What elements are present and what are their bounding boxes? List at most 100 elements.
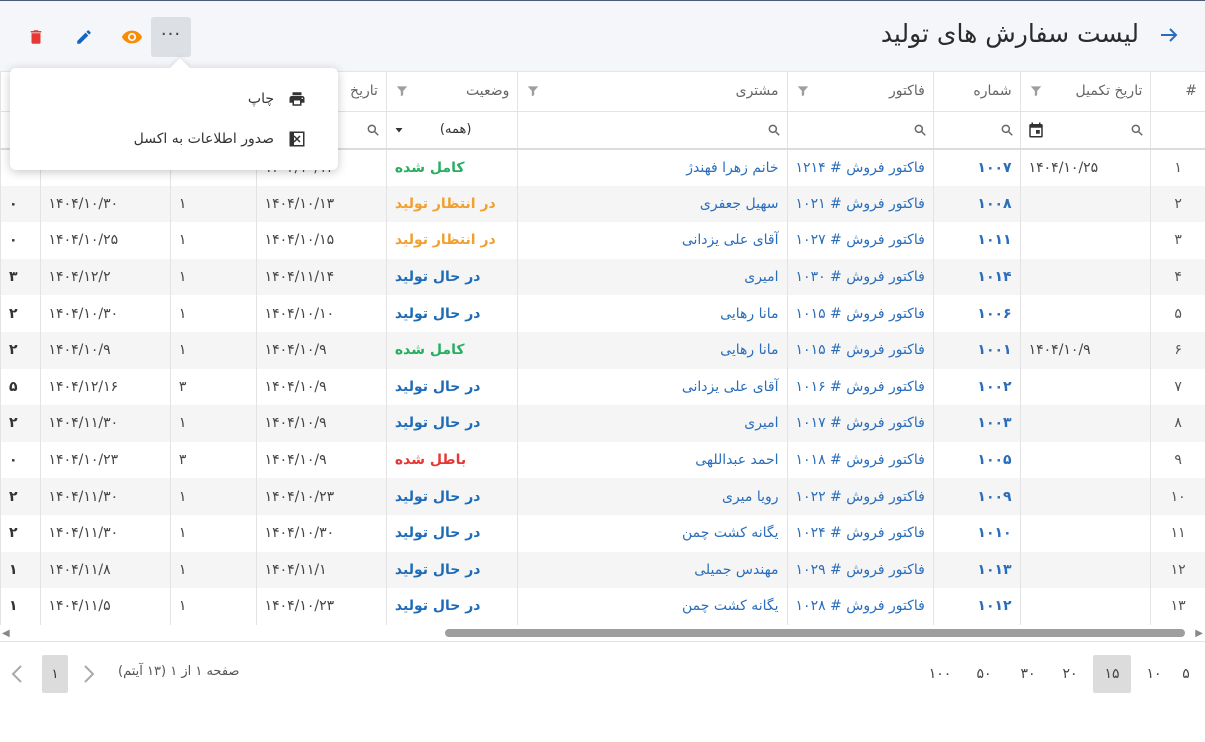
cell-number[interactable]: ۱۰۰۲: [932, 368, 1021, 406]
cell-invoice[interactable]: فاکتور فروش # ۱۰۱۷: [786, 405, 934, 442]
table-row[interactable]: ۸ ۱۰۰۳ فاکتور فروش # ۱۰۱۷ امیری در حال تولید…: [0, 405, 1205, 442]
table-row[interactable]: ۳ ۱۰۱۱ فاکتور فروش # ۱۰۲۷ آقای علی یزدانی در…: [0, 222, 1205, 259]
table-row[interactable]: ۷ ۱۰۰۲ فاکتور فروش # ۱۰۱۶ آقای علی یزدانی در…: [0, 368, 1205, 406]
cell-invoice[interactable]: فاکتور فروش # ۱۰۱۸: [786, 441, 934, 479]
cell-customer[interactable]: احمد عبداللهی: [517, 441, 788, 479]
cell-date: ۱۴۰۴/۱۰/۹: [255, 405, 387, 442]
cell-customer[interactable]: خانم زهرا فهندژ: [517, 149, 788, 186]
cell-date: ۱۴۰۴/۱۰/۲۳: [255, 588, 387, 625]
status-filter-select[interactable]: (همه): [440, 122, 511, 137]
col-header-complete-date[interactable]: تاریخ تکمیل: [1019, 72, 1151, 112]
cell-customer[interactable]: رویا میری: [517, 478, 788, 515]
cell-customer[interactable]: سهیل جعفری: [517, 185, 788, 223]
cell-invoice[interactable]: فاکتور فروش # ۱۰۲۱: [786, 185, 934, 223]
cell-number[interactable]: ۱۰۱۱: [932, 222, 1021, 259]
col-header-idx[interactable]: #: [1150, 72, 1205, 112]
filter-cell-number[interactable]: [932, 111, 1021, 150]
col-header-status[interactable]: وضعیت: [385, 72, 518, 112]
cell-customer[interactable]: یگانه کشت چمن: [517, 514, 788, 552]
scroll-right-icon[interactable]: ▶: [1195, 628, 1203, 639]
cell-qty: ۱: [169, 405, 257, 442]
cell-invoice[interactable]: فاکتور فروش # ۱۰۱۶: [786, 368, 934, 406]
cell-number[interactable]: ۱۰۰۸: [932, 185, 1021, 223]
page-size-option[interactable]: ۱۰: [1135, 655, 1173, 693]
cell-customer[interactable]: یگانه کشت چمن: [517, 588, 788, 625]
cell-invoice[interactable]: فاکتور فروش # ۱۰۲۲: [786, 478, 934, 515]
view-button[interactable]: [112, 17, 152, 57]
cell-status: در حال تولید: [385, 368, 518, 406]
filter-cell-customer[interactable]: [517, 111, 788, 150]
cell-number[interactable]: ۱۰۰۶: [932, 295, 1021, 332]
cell-customer[interactable]: امیری: [517, 405, 788, 442]
calendar-icon[interactable]: [1027, 121, 1045, 139]
cell-number[interactable]: ۱۰۱۲: [932, 588, 1021, 625]
cell-status: در حال تولید: [385, 514, 518, 552]
col-header-customer[interactable]: مشتری: [517, 72, 788, 112]
page-size-option[interactable]: ۱۵: [1093, 655, 1131, 693]
cell-customer[interactable]: مانا رهایی: [517, 295, 788, 332]
cell-number[interactable]: ۱۰۱۳: [932, 551, 1021, 589]
edit-button[interactable]: [64, 17, 104, 57]
page-number-button[interactable]: ۱: [42, 655, 68, 693]
filter-cell-complete-date[interactable]: [1019, 111, 1151, 150]
cell-complete-date: [1019, 185, 1151, 223]
scroll-thumb[interactable]: [445, 629, 1185, 637]
cell-customer[interactable]: آقای علی یزدانی: [517, 222, 788, 259]
more-button[interactable]: ···: [151, 17, 191, 57]
page-size-option[interactable]: ۳۰: [1009, 655, 1047, 693]
cell-number[interactable]: ۱۰۰۹: [932, 478, 1021, 515]
filter-icon[interactable]: [526, 84, 540, 98]
cell-number[interactable]: ۱۰۰۵: [932, 441, 1021, 479]
chevron-down-icon[interactable]: [393, 124, 405, 136]
cell-invoice[interactable]: فاکتور فروش # ۱۰۲۹: [786, 551, 934, 589]
cell-due: ۱۴۰۴/۱۰/۹: [39, 331, 171, 369]
cell-invoice[interactable]: فاکتور فروش # ۱۰۳۰: [786, 258, 934, 296]
page-size-option[interactable]: ۵۰: [965, 655, 1003, 693]
cell-customer[interactable]: مهندس جمیلی: [517, 551, 788, 589]
cell-invoice[interactable]: فاکتور فروش # ۱۰۲۴: [786, 514, 934, 552]
table-row[interactable]: ۱۱ ۱۰۱۰ فاکتور فروش # ۱۰۲۴ یگانه کشت چمن در …: [0, 514, 1205, 552]
table-row[interactable]: ۲ ۱۰۰۸ فاکتور فروش # ۱۰۲۱ سهیل جعفری در انتظ…: [0, 185, 1205, 223]
cell-customer[interactable]: مانا رهایی: [517, 331, 788, 369]
filter-icon[interactable]: [395, 84, 409, 98]
menu-item-print[interactable]: چاپ: [248, 85, 306, 113]
table-row[interactable]: ۶ ۱۴۰۴/۱۰/۹ ۱۰۰۱ فاکتور فروش # ۱۰۱۵ مانا رها…: [0, 331, 1205, 369]
cell-complete-date: [1019, 478, 1151, 515]
cell-number[interactable]: ۱۰۰۳: [932, 405, 1021, 442]
cell-invoice[interactable]: فاکتور فروش # ۱۰۱۵: [786, 331, 934, 369]
cell-customer[interactable]: آقای علی یزدانی: [517, 368, 788, 406]
table-row[interactable]: ۹ ۱۰۰۵ فاکتور فروش # ۱۰۱۸ احمد عبداللهی باطل…: [0, 441, 1205, 479]
table-row[interactable]: ۴ ۱۰۱۴ فاکتور فروش # ۱۰۳۰ امیری در حال تولید…: [0, 258, 1205, 296]
table-row[interactable]: ۱۲ ۱۰۱۳ فاکتور فروش # ۱۰۲۹ مهندس جمیلی در حا…: [0, 551, 1205, 589]
cell-extra: ۲: [0, 514, 41, 552]
filter-cell-invoice[interactable]: [786, 111, 934, 150]
cell-invoice[interactable]: فاکتور فروش # ۱۲۱۴: [786, 149, 934, 186]
cell-number[interactable]: ۱۰۱۰: [932, 514, 1021, 552]
filter-icon[interactable]: [1029, 84, 1043, 98]
cell-number[interactable]: ۱۰۰۱: [932, 331, 1021, 369]
cell-invoice[interactable]: فاکتور فروش # ۱۰۲۷: [786, 222, 934, 259]
table-row[interactable]: ۱۳ ۱۰۱۲ فاکتور فروش # ۱۰۲۸ یگانه کشت چمن در …: [0, 588, 1205, 625]
scroll-left-icon[interactable]: ◀: [2, 628, 10, 639]
page-size-option[interactable]: ۱۰۰: [921, 655, 959, 693]
cell-complete-date: [1019, 368, 1151, 406]
cell-customer[interactable]: امیری: [517, 258, 788, 296]
cell-invoice[interactable]: فاکتور فروش # ۱۰۱۵: [786, 295, 934, 332]
horizontal-scrollbar[interactable]: ◀ ▶: [0, 628, 1205, 640]
next-page-button[interactable]: [80, 662, 98, 686]
col-header-invoice[interactable]: فاکتور: [786, 72, 934, 112]
cell-number[interactable]: ۱۰۰۷: [932, 149, 1021, 186]
filter-icon[interactable]: [796, 84, 810, 98]
cell-number[interactable]: ۱۰۱۴: [932, 258, 1021, 296]
table-row[interactable]: ۵ ۱۰۰۶ فاکتور فروش # ۱۰۱۵ مانا رهایی در حال …: [0, 295, 1205, 332]
page-size-option[interactable]: ۲۰: [1051, 655, 1089, 693]
cell-invoice[interactable]: فاکتور فروش # ۱۰۲۸: [786, 588, 934, 625]
back-button[interactable]: [1157, 23, 1181, 47]
col-header-number[interactable]: شماره: [932, 72, 1021, 112]
filter-cell-status[interactable]: (همه): [385, 111, 518, 150]
table-row[interactable]: ۱۰ ۱۰۰۹ فاکتور فروش # ۱۰۲۲ رویا میری در حال …: [0, 478, 1205, 515]
cell-extra: ۱: [0, 588, 41, 625]
prev-page-button[interactable]: [8, 662, 26, 686]
delete-button[interactable]: [16, 17, 56, 57]
menu-item-export-excel[interactable]: صدور اطلاعات به اکسل: [134, 125, 306, 153]
